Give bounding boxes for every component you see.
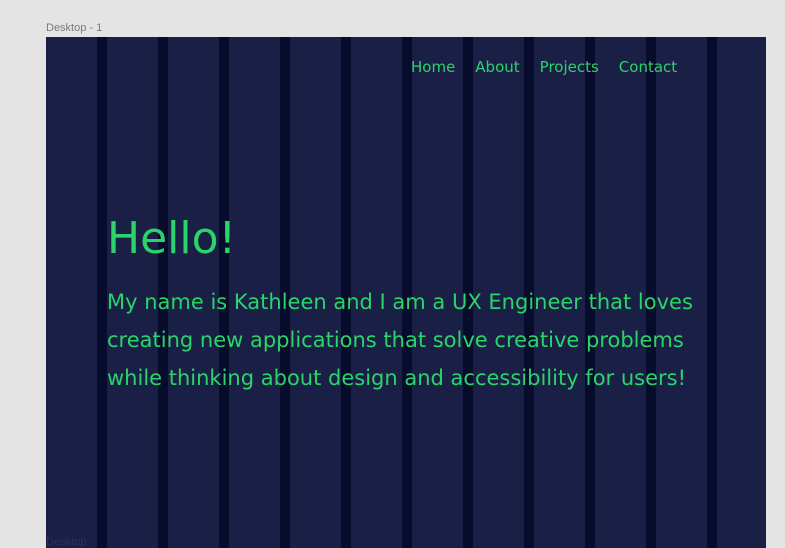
- main-nav: Home About Projects Contact: [411, 58, 697, 76]
- nav-projects[interactable]: Projects: [540, 58, 599, 76]
- hero-title: Hello!: [107, 213, 237, 264]
- grid-column: [707, 37, 717, 548]
- frame-bottom-label: Desktop: [46, 536, 87, 548]
- hero-section: Hello! My name is Kathleen and I am a UX…: [107, 213, 697, 397]
- desktop-frame: Home About Projects Contact Hello! My na…: [46, 37, 766, 548]
- nav-contact[interactable]: Contact: [619, 58, 677, 76]
- grid-column: [97, 37, 107, 548]
- frame-label[interactable]: Desktop - 1: [46, 22, 102, 34]
- nav-about[interactable]: About: [475, 58, 519, 76]
- nav-home[interactable]: Home: [411, 58, 455, 76]
- hero-intro-text: My name is Kathleen and I am a UX Engine…: [107, 290, 693, 391]
